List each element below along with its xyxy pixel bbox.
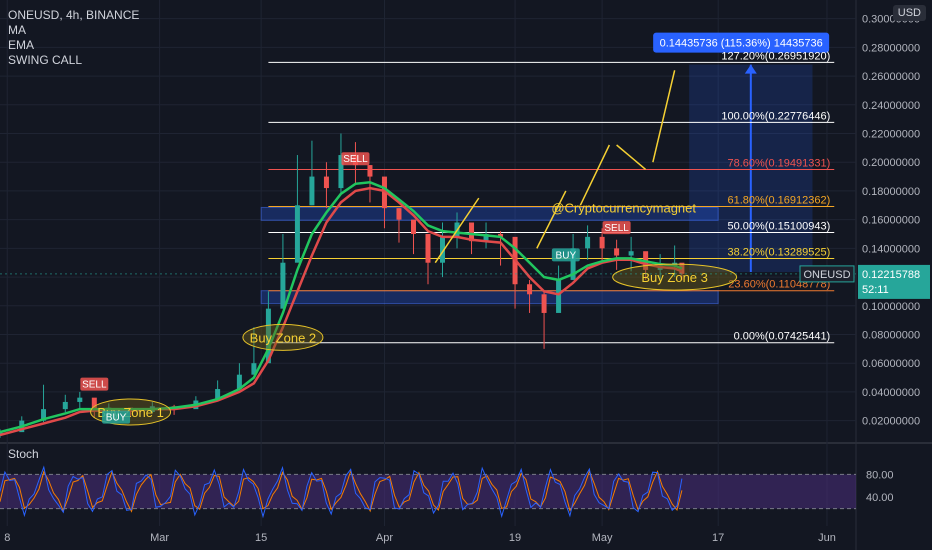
fib-level-label: 127.20%(0.26951920) (721, 50, 830, 62)
candle-body[interactable] (410, 219, 416, 234)
signal-text: BUY (556, 250, 577, 261)
signal-text: BUY (106, 413, 127, 424)
fib-level-label: 78.60%(0.19491331) (727, 158, 830, 170)
currency-button[interactable]: USD (892, 5, 926, 21)
price-chart[interactable]: 0.300000000.280000000.260000000.24000000… (0, 0, 932, 550)
y-tick-label: 0.08000000 (862, 329, 920, 341)
x-tick-label: 19 (509, 532, 521, 544)
x-tick-label: 17 (712, 532, 724, 544)
y-tick-label: 0.26000000 (862, 71, 920, 83)
candle-body[interactable] (323, 176, 329, 189)
signal-text: SELL (343, 154, 368, 165)
stoch-band (0, 474, 856, 509)
price-zone (260, 290, 719, 305)
y-tick-label: 0.20000000 (862, 157, 920, 169)
candle-body[interactable] (77, 397, 83, 402)
y-tick-label: 0.18000000 (862, 186, 920, 198)
candle-body[interactable] (585, 236, 591, 249)
candle-body[interactable] (294, 205, 300, 263)
y-tick-label: 0.02000000 (862, 416, 920, 428)
buy-zone-label: Buy Zone 3 (641, 270, 708, 285)
y-tick-label: 0.14000000 (862, 243, 920, 255)
chart-legend: ONEUSD, 4h, BINANCE MA EMA SWING CALL (8, 8, 139, 68)
candle-body[interactable] (556, 279, 562, 313)
fib-level-label: 100.00%(0.22776446) (721, 110, 830, 122)
y-tick-label: 0.06000000 (862, 358, 920, 370)
y-tick-label: 0.28000000 (862, 42, 920, 54)
x-tick-label: 15 (255, 532, 267, 544)
indicator-swing-call[interactable]: SWING CALL (8, 53, 139, 68)
y-tick-label: 0.10000000 (862, 301, 920, 313)
x-tick-label: 8 (4, 532, 10, 544)
y-tick-label: 0.24000000 (862, 100, 920, 112)
y-tick-label: 0.04000000 (862, 387, 920, 399)
candle-body[interactable] (62, 401, 68, 410)
indicator-ma[interactable]: MA (8, 23, 139, 38)
last-price-value: 0.12215788 (862, 269, 920, 281)
candle-body[interactable] (614, 248, 620, 256)
fib-level-label: 61.80%(0.16912362) (727, 195, 830, 207)
x-tick-label: May (592, 532, 613, 544)
candle-body[interactable] (280, 262, 286, 309)
symbol-tag-label: ONEUSD (803, 269, 850, 281)
stoch-tick-label: 80.00 (866, 469, 894, 481)
fib-level-label: 0.00%(0.07425441) (734, 331, 831, 343)
signal-text: SELL (82, 380, 107, 391)
stoch-tick-label: 40.00 (866, 492, 894, 504)
candle-body[interactable] (396, 208, 402, 220)
y-tick-label: 0.22000000 (862, 129, 920, 141)
bar-countdown: 52:11 (862, 284, 889, 296)
candle-body[interactable] (425, 233, 431, 263)
fib-level-label: 50.00%(0.15100943) (727, 221, 830, 233)
candle-body[interactable] (541, 294, 547, 313)
stoch-title: Stoch (8, 447, 39, 461)
signal-text: SELL (604, 223, 629, 234)
buy-zone-label: Buy Zone 2 (250, 330, 317, 345)
watermark: @Cryptocurrencymagnet (551, 200, 696, 215)
candle-body[interactable] (599, 236, 605, 249)
chart-root: 0.30000000 0.28000000 0.26000000 0.24000000… (0, 0, 932, 550)
x-tick-label: Apr (376, 532, 393, 544)
x-tick-label: Mar (150, 532, 169, 544)
x-tick-label: Jun (818, 532, 836, 544)
candle-body[interactable] (309, 176, 315, 206)
measure-label: 0.14435736 (115.36%) 14435736 (660, 38, 823, 50)
symbol-title: ONEUSD, 4h, BINANCE (8, 8, 140, 22)
indicator-ema[interactable]: EMA (8, 38, 139, 53)
candle-body[interactable] (527, 284, 533, 295)
y-tick-label: 0.16000000 (862, 215, 920, 227)
fib-level-label: 38.20%(0.13289525) (727, 247, 830, 259)
candle-body[interactable] (628, 251, 634, 256)
candle-body[interactable] (367, 165, 373, 177)
